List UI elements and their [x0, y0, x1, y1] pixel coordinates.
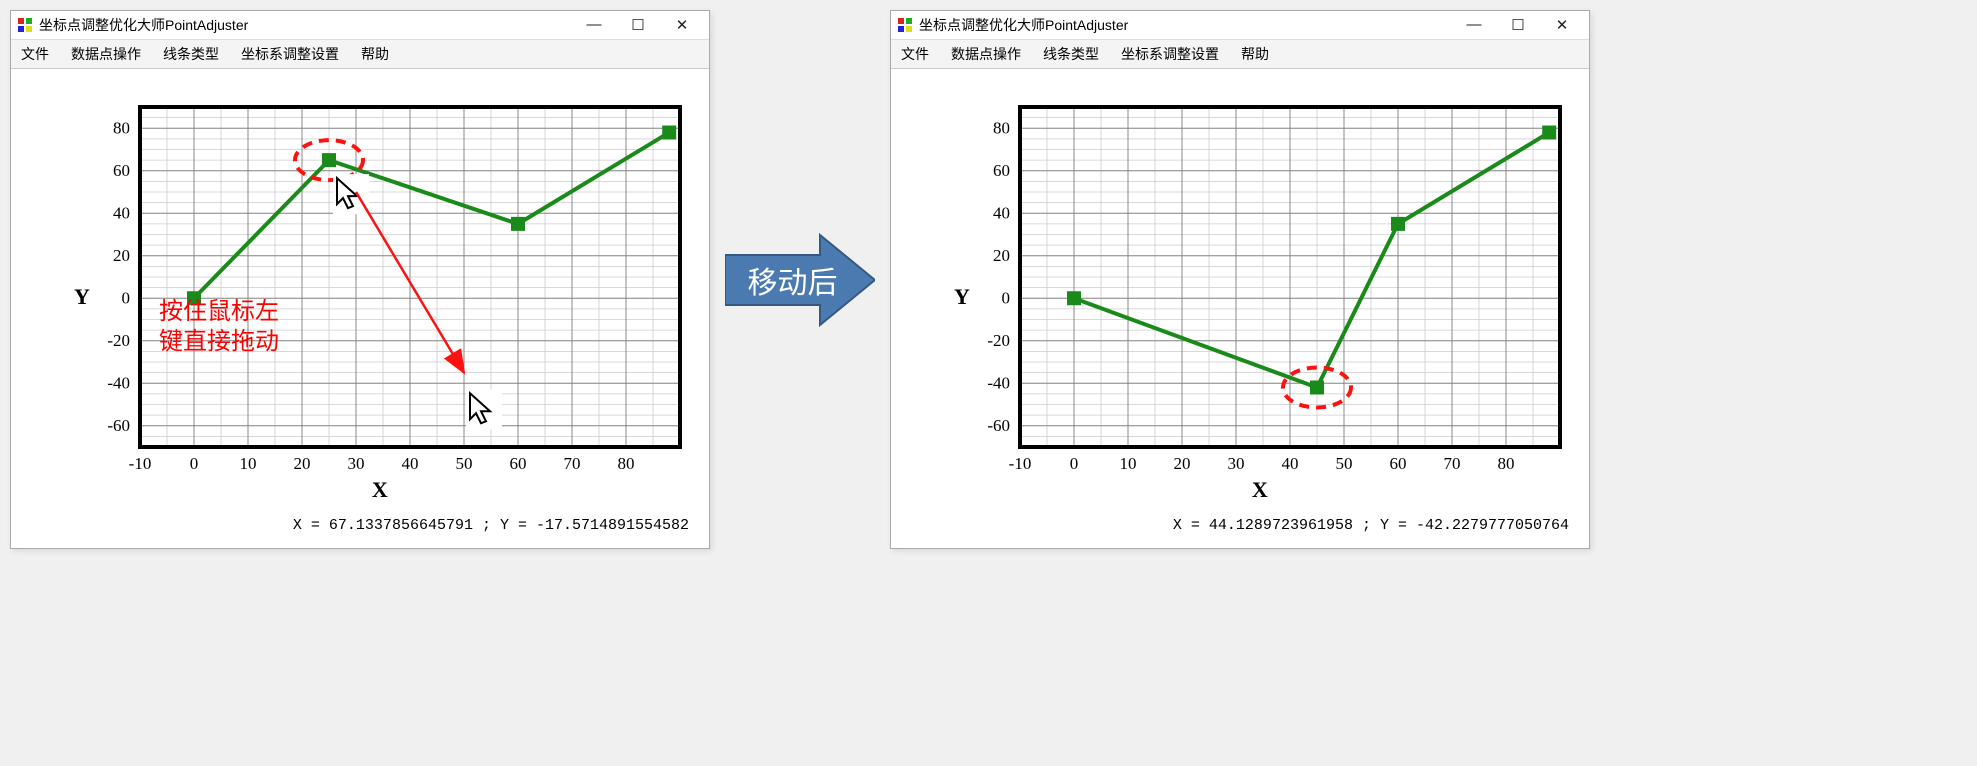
svg-text:80: 80	[993, 118, 1010, 137]
svg-text:70: 70	[564, 454, 581, 473]
menubar: 文件 数据点操作 线条类型 坐标系调整设置 帮助	[891, 40, 1589, 69]
svg-text:40: 40	[993, 203, 1010, 222]
close-button[interactable]: ✕	[669, 16, 695, 34]
menu-help[interactable]: 帮助	[1241, 44, 1269, 64]
svg-text:20: 20	[113, 246, 130, 265]
window-buttons: — ☐ ✕	[581, 16, 703, 34]
svg-text:30: 30	[1228, 454, 1245, 473]
svg-text:0: 0	[122, 288, 131, 307]
menu-coord[interactable]: 坐标系调整设置	[241, 44, 339, 64]
app-window-before: 坐标点调整优化大师PointAdjuster — ☐ ✕ 文件 数据点操作 线条…	[10, 10, 710, 549]
svg-text:20: 20	[294, 454, 311, 473]
menu-data[interactable]: 数据点操作	[951, 44, 1021, 64]
chart-after[interactable]: -10 0 10 20 30 40 50 60 70 80 -60 -40 -20 0 20 40 60 80 Y…	[909, 97, 1571, 497]
svg-text:40: 40	[402, 454, 419, 473]
svg-text:-20: -20	[987, 331, 1010, 350]
menu-coord[interactable]: 坐标系调整设置	[1121, 44, 1219, 64]
maximize-button[interactable]: ☐	[1505, 16, 1531, 34]
svg-text:-60: -60	[107, 416, 130, 435]
svg-text:50: 50	[456, 454, 473, 473]
y-axis-label: Y	[74, 284, 90, 310]
svg-text:-40: -40	[107, 373, 130, 392]
svg-text:40: 40	[113, 203, 130, 222]
svg-text:0: 0	[1002, 288, 1011, 307]
svg-text:80: 80	[618, 454, 635, 473]
menu-file[interactable]: 文件	[21, 44, 49, 64]
svg-text:0: 0	[190, 454, 199, 473]
svg-text:-10: -10	[1009, 454, 1032, 473]
app-window-after: 坐标点调整优化大师PointAdjuster — ☐ ✕ 文件 数据点操作 线条…	[890, 10, 1590, 549]
annotation-drag-hint: 按住鼠标左键直接拖动	[159, 297, 279, 357]
minimize-button[interactable]: —	[1461, 16, 1487, 34]
svg-text:80: 80	[113, 118, 130, 137]
x-axis-label: X	[1252, 477, 1268, 503]
svg-text:30: 30	[348, 454, 365, 473]
app-icon	[897, 17, 913, 33]
menu-line[interactable]: 线条类型	[1043, 44, 1099, 64]
plot-area: -10 0 10 20 30 40 50 60 70 80 -60 -40 -20 0 20 40 60 80 Y…	[891, 69, 1589, 507]
menu-help[interactable]: 帮助	[361, 44, 389, 64]
svg-text:0: 0	[1070, 454, 1079, 473]
svg-text:80: 80	[1498, 454, 1515, 473]
window-title: 坐标点调整优化大师PointAdjuster	[919, 15, 1461, 35]
svg-text:-40: -40	[987, 373, 1010, 392]
status-coords: X = 67.1337856645791 ; Y = -17.571489155…	[11, 507, 709, 548]
svg-text:60: 60	[113, 161, 130, 180]
svg-text:-20: -20	[107, 331, 130, 350]
svg-text:20: 20	[993, 246, 1010, 265]
arrow-icon	[725, 230, 875, 330]
close-button[interactable]: ✕	[1549, 16, 1575, 34]
svg-text:60: 60	[1390, 454, 1407, 473]
svg-text:10: 10	[240, 454, 257, 473]
plot-area: -10 0 10 20 30 40 50 60 70 80 -60 -40 -20 0 20 40 60 80 Y…	[11, 69, 709, 507]
titlebar: 坐标点调整优化大师PointAdjuster — ☐ ✕	[11, 11, 709, 40]
menubar: 文件 数据点操作 线条类型 坐标系调整设置 帮助	[11, 40, 709, 69]
menu-line[interactable]: 线条类型	[163, 44, 219, 64]
chart-before[interactable]: -10 0 10 20 30 40 50 60 70 80 -60 -40 -20 0 20 40 60 80 Y…	[29, 97, 691, 497]
svg-text:40: 40	[1282, 454, 1299, 473]
svg-text:60: 60	[993, 161, 1010, 180]
status-coords: X = 44.1289723961958 ; Y = -42.227977705…	[891, 507, 1589, 548]
svg-text:-10: -10	[129, 454, 152, 473]
svg-text:70: 70	[1444, 454, 1461, 473]
svg-text:20: 20	[1174, 454, 1191, 473]
app-icon	[17, 17, 33, 33]
svg-text:50: 50	[1336, 454, 1353, 473]
transition-arrow: 移动后	[725, 230, 875, 330]
menu-file[interactable]: 文件	[901, 44, 929, 64]
y-axis-label: Y	[954, 284, 970, 310]
window-buttons: — ☐ ✕	[1461, 16, 1583, 34]
svg-text:60: 60	[510, 454, 527, 473]
menu-data[interactable]: 数据点操作	[71, 44, 141, 64]
svg-text:10: 10	[1120, 454, 1137, 473]
svg-text:-60: -60	[987, 416, 1010, 435]
titlebar: 坐标点调整优化大师PointAdjuster — ☐ ✕	[891, 11, 1589, 40]
x-axis-label: X	[372, 477, 388, 503]
maximize-button[interactable]: ☐	[625, 16, 651, 34]
window-title: 坐标点调整优化大师PointAdjuster	[39, 15, 581, 35]
minimize-button[interactable]: —	[581, 16, 607, 34]
